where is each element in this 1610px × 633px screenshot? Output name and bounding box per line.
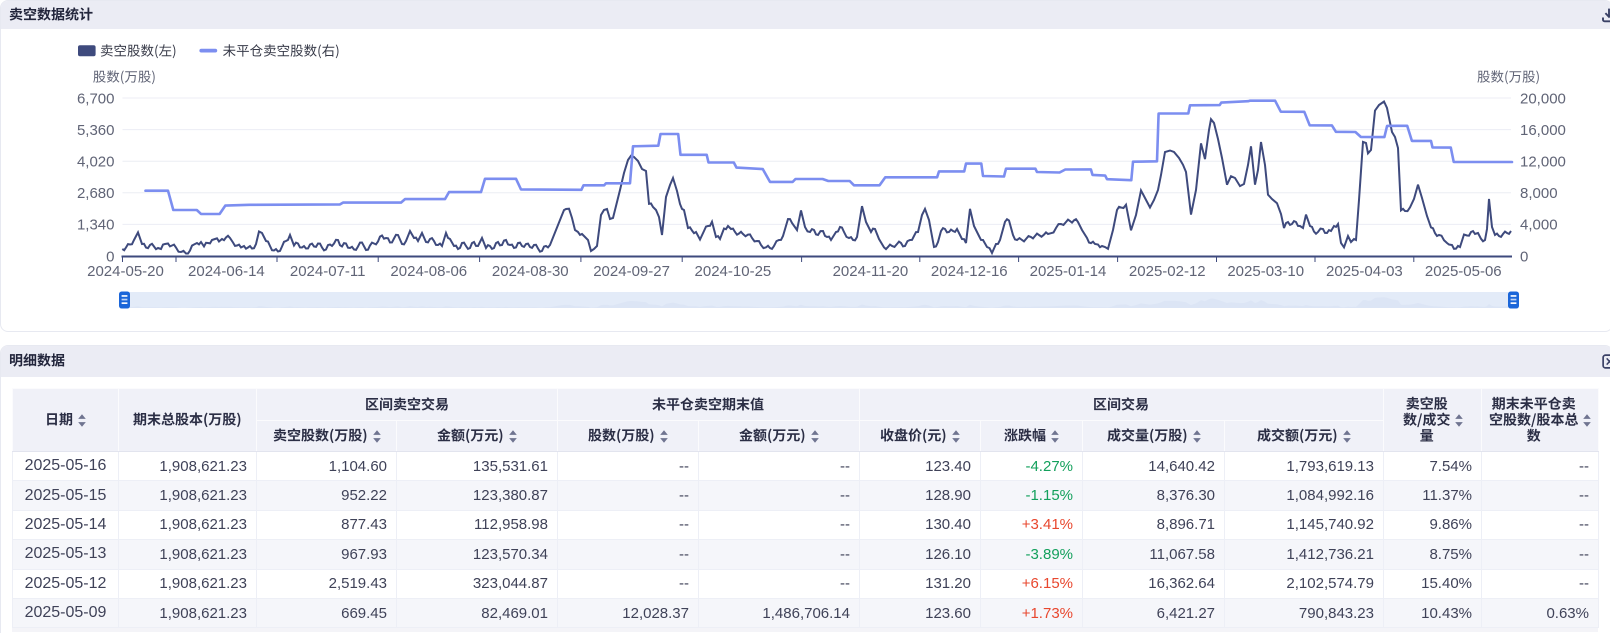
svg-text:12,000: 12,000 (1520, 154, 1566, 171)
svg-text:2025-02-12: 2025-02-12 (1129, 263, 1206, 280)
svg-text:4,000: 4,000 (1520, 217, 1558, 234)
svg-text:2025-03-10: 2025-03-10 (1227, 263, 1304, 280)
svg-text:2024-06-14: 2024-06-14 (188, 263, 265, 280)
svg-text:2024-07-11: 2024-07-11 (290, 263, 366, 280)
svg-text:2025-05-06: 2025-05-06 (1425, 263, 1502, 280)
svg-text:2025-01-14: 2025-01-14 (1030, 263, 1107, 280)
svg-text:2,680: 2,680 (77, 185, 115, 202)
svg-text:8,000: 8,000 (1520, 185, 1558, 202)
svg-text:1,340: 1,340 (77, 217, 115, 234)
svg-text:2024-11-20: 2024-11-20 (833, 263, 909, 280)
svg-text:2024-05-20: 2024-05-20 (87, 263, 164, 280)
svg-text:5,360: 5,360 (77, 122, 115, 139)
svg-text:6,700: 6,700 (77, 90, 115, 107)
svg-text:2024-09-27: 2024-09-27 (593, 263, 670, 280)
svg-text:4,020: 4,020 (77, 154, 115, 171)
svg-text:2024-08-30: 2024-08-30 (492, 263, 569, 280)
svg-text:2024-08-06: 2024-08-06 (390, 263, 467, 280)
svg-text:2024-10-25: 2024-10-25 (695, 263, 772, 280)
svg-text:20,000: 20,000 (1520, 90, 1566, 107)
svg-text:0: 0 (1520, 248, 1528, 265)
svg-text:16,000: 16,000 (1520, 122, 1566, 139)
svg-text:2024-12-16: 2024-12-16 (931, 263, 1008, 280)
svg-text:2025-04-03: 2025-04-03 (1326, 263, 1403, 280)
